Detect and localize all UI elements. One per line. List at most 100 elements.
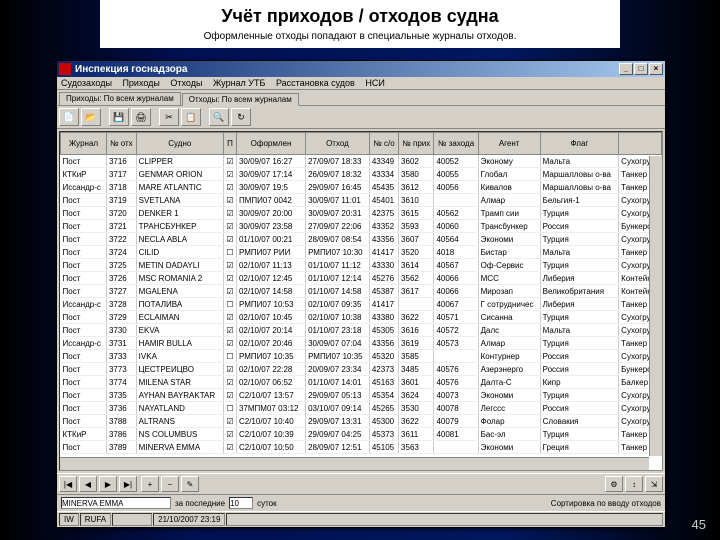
column-header[interactable]: № отх (106, 133, 136, 155)
table-cell: 3725 (106, 259, 136, 272)
menu-item[interactable]: Приходы (122, 78, 159, 88)
table-cell: SVETLANA (136, 194, 223, 207)
table-row[interactable]: Пост3733IVKA☐РМПИ07 10:35РМПИ07 10:35453… (61, 350, 662, 363)
table-row[interactable]: Пост3773ЦЕСТРЕИЦВО☑02/10/07 22:2820/09/0… (61, 363, 662, 376)
table-cell: 40056 (434, 181, 478, 194)
tb-cut-icon[interactable]: ✂ (159, 108, 179, 126)
table-row[interactable]: Пост3729ECLAIMAN☑02/10/07 10:4502/10/07 … (61, 311, 662, 324)
table-row[interactable]: Пост3730EKVA☑02/10/07 20:1401/10/07 23:1… (61, 324, 662, 337)
tb-refresh-icon[interactable]: ↻ (231, 108, 251, 126)
horizontal-scrollbar[interactable] (60, 457, 649, 470)
tb2-edit-icon[interactable]: ✎ (181, 476, 199, 492)
table-row[interactable]: Пост3724CILID☐РМПИ07 РИИРМПИ07 10:304141… (61, 246, 662, 259)
tb2-next-icon[interactable]: ▶ (99, 476, 117, 492)
column-header[interactable]: Агент (478, 133, 540, 155)
table-cell: ПОТАЛИВА (136, 298, 223, 311)
table-row[interactable]: Пост3722NECLA ABLA☑01/10/07 00:2128/09/0… (61, 233, 662, 246)
days-input[interactable] (229, 497, 253, 509)
maximize-button[interactable]: □ (634, 63, 648, 75)
table-cell: ☐ (223, 246, 236, 259)
data-grid[interactable]: Журнал№ отхСудноПОформленОтход№ с/о№ при… (59, 131, 663, 471)
table-row[interactable]: Пост3736NAYATLAND☐37МПМ07 0З:1203/10/07 … (61, 402, 662, 415)
table-cell: РМПИ07 10:35 (306, 350, 370, 363)
column-header[interactable]: Судно (136, 133, 223, 155)
table-cell: 3615 (399, 207, 434, 220)
statusbar: IW RUFA 21/10/2007 23:19 (57, 511, 665, 527)
table-cell: 3622 (399, 311, 434, 324)
tb-find-icon[interactable]: 🔍 (209, 108, 229, 126)
tb2-prev-icon[interactable]: ◀ (79, 476, 97, 492)
table-cell: METIN DADAYLI (136, 259, 223, 272)
tb2-del-icon[interactable]: − (161, 476, 179, 492)
table-row[interactable]: Пост3725METIN DADAYLI☑02/10/07 11:1301/1… (61, 259, 662, 272)
table-cell: 40573 (434, 337, 478, 350)
table-row[interactable]: Пост3720DENKER 1☑30/09/07 20:0030/09/07 … (61, 207, 662, 220)
vertical-scrollbar[interactable] (649, 156, 662, 456)
table-cell: 30/09/07 23:58 (236, 220, 305, 233)
table-cell: 3717 (106, 168, 136, 181)
table-cell: HAMIR BULLA (136, 337, 223, 350)
column-header[interactable]: Отход (306, 133, 370, 155)
table-cell: 3731 (106, 337, 136, 350)
column-header[interactable]: П (223, 133, 236, 155)
table-cell: ☑ (223, 181, 236, 194)
table-row[interactable]: Пост3727MGALENA☑02/10/07 14:5801/10/07 1… (61, 285, 662, 298)
table-cell: 02/10/07 20:14 (236, 324, 305, 337)
table-cell: 3607 (399, 233, 434, 246)
tb-copy-icon[interactable]: 📋 (181, 108, 201, 126)
table-cell: Словакия (540, 415, 619, 428)
table-row[interactable]: Пост3735AYHAN BAYRAKTAR☑С2/10/07 13:5729… (61, 389, 662, 402)
table-row[interactable]: Пост3789MINERVA EMMA☑С2/10/07 10:5028/09… (61, 441, 662, 454)
table-cell: 3612 (399, 181, 434, 194)
tb2-first-icon[interactable]: |◀ (59, 476, 77, 492)
minimize-button[interactable]: _ (619, 63, 633, 75)
menu-item[interactable]: Судозаходы (61, 78, 112, 88)
column-header[interactable]: № захода (434, 133, 478, 155)
close-button[interactable]: × (649, 63, 663, 75)
table-cell: 01/10/07 12:14 (306, 272, 370, 285)
menu-item[interactable]: Отходы (170, 78, 202, 88)
table-row[interactable]: КТКиР3786NS COLUMBUS☑С2/10/07 10:3929/09… (61, 428, 662, 441)
table-cell: ☑ (223, 389, 236, 402)
tb2-sort-icon[interactable]: ↕ (625, 476, 643, 492)
table-row[interactable]: Иссандр-с3731HAMIR BULLA☑02/10/07 20:463… (61, 337, 662, 350)
table-row[interactable]: КТКиР3717GENMAR ORION☑30/09/07 17:1426/0… (61, 168, 662, 181)
column-header[interactable]: № с/о (369, 133, 398, 155)
table-cell: 01/10/07 14:01 (306, 376, 370, 389)
table-cell: Греция (540, 441, 619, 454)
search-row: за последние суток Сортировка по вводу о… (57, 494, 665, 511)
tab-arrivals[interactable]: Приходы: По всем журналам (59, 92, 181, 105)
table-cell: 40576 (434, 376, 478, 389)
table-row[interactable]: Пост3716CLIPPER☑30/09/07 16:2727/09/07 1… (61, 155, 662, 168)
tb2-export-icon[interactable]: ⇲ (645, 476, 663, 492)
table-row[interactable]: Пост3719SVETLANA☑ПМПИ07 004230/09/07 11:… (61, 194, 662, 207)
tb2-filter-icon[interactable]: ⚙ (605, 476, 623, 492)
menu-item[interactable]: Журнал УТБ (213, 78, 265, 88)
table-cell: 3727 (106, 285, 136, 298)
tb-print-icon[interactable]: 🖨 (131, 108, 151, 126)
vessel-search-input[interactable] (61, 497, 171, 509)
tb2-last-icon[interactable]: ▶| (119, 476, 137, 492)
table-row[interactable]: Пост3774MILENA STAR☑02/10/07 06:5201/10/… (61, 376, 662, 389)
table-row[interactable]: Пост3726MSC ROMANIA 2☑02/10/07 12:4501/1… (61, 272, 662, 285)
menu-item[interactable]: НСИ (365, 78, 384, 88)
tb-open-icon[interactable]: 📂 (81, 108, 101, 126)
table-row[interactable]: Иссандр-с3718MARE ATLANTIC☑30/09/07 19:5… (61, 181, 662, 194)
table-row[interactable]: Пост3788ALTRANS☑С2/10/07 10:4029/09/07 1… (61, 415, 662, 428)
table-cell: Далта-С (478, 376, 540, 389)
column-header[interactable]: Журнал (61, 133, 107, 155)
column-header[interactable]: Оформлен (236, 133, 305, 155)
table-cell: ЦЕСТРЕИЦВО (136, 363, 223, 376)
tab-departures[interactable]: Отходы: По всем журналам (182, 93, 299, 106)
tb2-add-icon[interactable]: + (141, 476, 159, 492)
tb-save-icon[interactable]: 💾 (109, 108, 129, 126)
table-cell: Либерия (540, 298, 619, 311)
tb-new-icon[interactable]: 📄 (59, 108, 79, 126)
table-cell: 02/10/07 09:35 (306, 298, 370, 311)
column-header[interactable]: Флаг (540, 133, 619, 155)
table-row[interactable]: Пост3721ТРАНСБУНКЕР☑30/09/07 23:5827/09/… (61, 220, 662, 233)
column-header[interactable] (619, 133, 662, 155)
table-row[interactable]: Иссандр-с3728ПОТАЛИВА☐РМПИ07 10:5302/10/… (61, 298, 662, 311)
column-header[interactable]: № прих (399, 133, 434, 155)
menu-item[interactable]: Расстановка судов (276, 78, 355, 88)
